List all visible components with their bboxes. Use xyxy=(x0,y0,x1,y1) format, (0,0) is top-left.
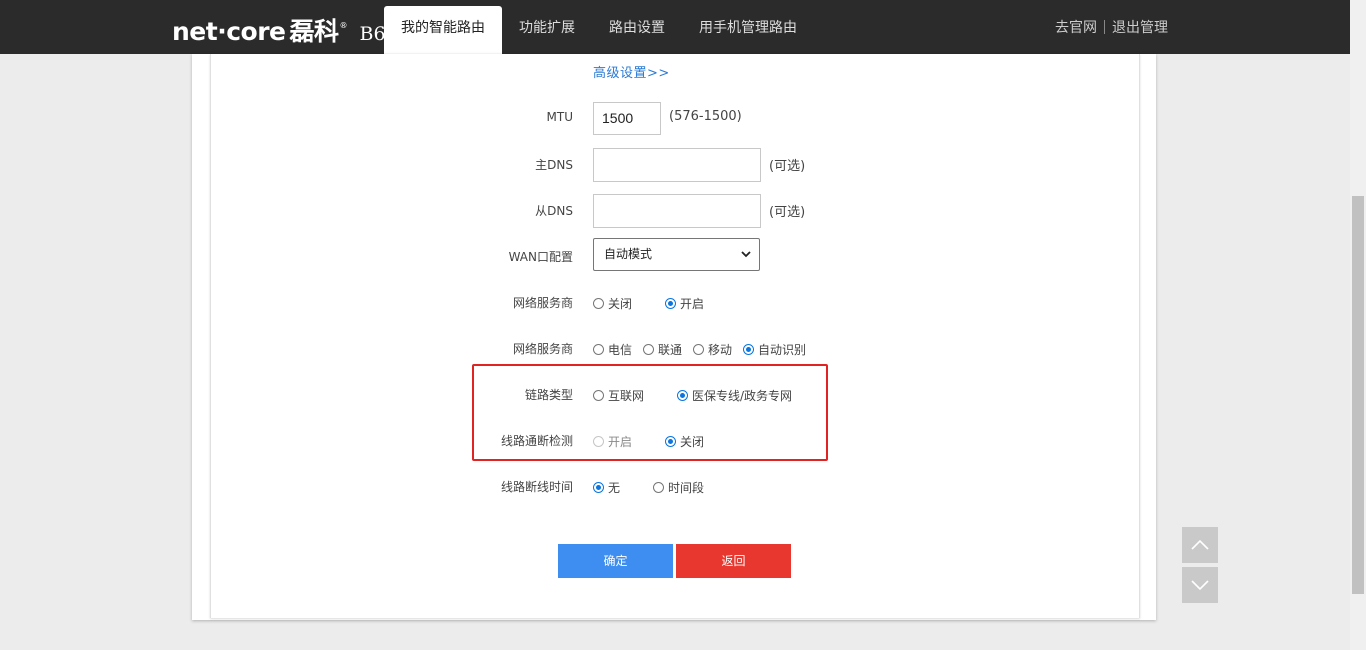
isp-unicom-radio[interactable]: 联通 xyxy=(643,341,682,358)
radio-circle[interactable] xyxy=(593,344,604,355)
wan-config-label: WAN口配置 xyxy=(508,250,573,264)
radio-circle-disabled xyxy=(593,436,604,447)
link-detect-radio-group: 开启 关闭 xyxy=(593,433,704,450)
isp-auto-radio[interactable]: 自动识别 xyxy=(743,341,806,358)
disconnect-time-label: 线路断线时间 xyxy=(500,480,573,494)
radio-circle[interactable] xyxy=(593,390,604,401)
secondary-dns-input[interactable] xyxy=(593,194,761,228)
brand-name-cn: 磊科 xyxy=(289,17,339,46)
chevron-down-icon xyxy=(1191,580,1209,591)
header-divider xyxy=(1104,20,1105,34)
mtu-input[interactable]: 1500 xyxy=(593,102,661,135)
secondary-dns-hint: (可选) xyxy=(769,205,806,220)
link-type-label: 链路类型 xyxy=(524,388,573,402)
main-nav: 我的智能路由 功能扩展 路由设置 用手机管理路由 xyxy=(384,6,814,54)
isp-switch-on-radio[interactable]: 开启 xyxy=(665,295,704,312)
scroll-bottom-button[interactable] xyxy=(1182,567,1218,603)
logout-link[interactable]: 退出管理 xyxy=(1112,20,1168,36)
chevron-up-icon xyxy=(1191,539,1209,550)
disconnect-time-radio-group: 无 时间段 xyxy=(593,479,704,496)
radio-circle-checked[interactable] xyxy=(665,436,677,447)
scroll-top-button[interactable] xyxy=(1182,527,1218,563)
back-button[interactable]: 返回 xyxy=(676,544,791,578)
tab-my-smart-router[interactable]: 我的智能路由 xyxy=(384,6,502,54)
primary-dns-hint: (可选) xyxy=(769,159,806,174)
radio-circle-checked[interactable] xyxy=(677,390,689,401)
header-links: 去官网 退出管理 xyxy=(1055,0,1168,56)
link-detect-off-radio[interactable]: 关闭 xyxy=(665,433,704,450)
disconnect-period-radio[interactable]: 时间段 xyxy=(653,479,704,496)
link-detect-on-radio: 开启 xyxy=(593,433,632,450)
radio-circle-checked[interactable] xyxy=(665,298,677,309)
primary-dns-input[interactable] xyxy=(593,148,761,182)
confirm-button[interactable]: 确定 xyxy=(558,544,673,578)
official-site-link[interactable]: 去官网 xyxy=(1055,20,1097,36)
radio-circle[interactable] xyxy=(593,298,604,309)
page-scrollbar[interactable] xyxy=(1350,0,1366,650)
wan-config-select[interactable]: 自动模式 xyxy=(593,238,760,271)
brand-name: net·core xyxy=(172,17,286,46)
radio-circle[interactable] xyxy=(693,344,705,355)
link-type-private-radio[interactable]: 医保专线/政务专网 xyxy=(677,387,792,404)
registered-mark: ® xyxy=(339,21,348,30)
link-type-internet-radio[interactable]: 互联网 xyxy=(593,387,644,404)
content-panel xyxy=(192,54,1156,620)
tab-feature-extensions[interactable]: 功能扩展 xyxy=(502,6,592,54)
chevron-down-icon xyxy=(741,239,751,282)
link-type-radio-group: 互联网 医保专线/政务专网 xyxy=(593,387,792,404)
model-name: B6 xyxy=(359,23,386,45)
scrollbar-thumb[interactable] xyxy=(1352,196,1364,594)
radio-circle-checked[interactable] xyxy=(743,344,755,355)
isp-telecom-radio[interactable]: 电信 xyxy=(593,341,632,358)
tab-mobile-management[interactable]: 用手机管理路由 xyxy=(682,6,814,54)
primary-dns-label: 主DNS xyxy=(535,158,573,172)
mtu-label: MTU xyxy=(546,110,573,124)
secondary-dns-label: 从DNS xyxy=(535,204,573,218)
content-card xyxy=(210,54,1140,618)
isp-switch-off-radio[interactable]: 关闭 xyxy=(593,295,632,312)
tab-router-settings[interactable]: 路由设置 xyxy=(592,6,682,54)
radio-circle[interactable] xyxy=(653,482,665,493)
netcore-logo[interactable]: net·core 磊科 ® B6 xyxy=(172,12,386,46)
radio-circle[interactable] xyxy=(643,344,655,355)
radio-circle-checked[interactable] xyxy=(593,482,604,493)
mtu-range-hint: (576-1500) xyxy=(669,109,742,124)
isp-switch-radio-group: 关闭 开启 xyxy=(593,295,704,312)
isp-mobile-radio[interactable]: 移动 xyxy=(693,341,732,358)
isp-switch-label: 网络服务商 xyxy=(512,296,573,310)
isp-label: 网络服务商 xyxy=(512,342,573,356)
top-navbar: net·core 磊科 ® B6 我的智能路由 功能扩展 路由设置 用手机管理路… xyxy=(0,0,1366,54)
wan-config-selected: 自动模式 xyxy=(604,247,653,261)
advanced-settings-link[interactable]: 高级设置>> xyxy=(593,62,670,81)
link-detect-label: 线路通断检测 xyxy=(500,434,573,448)
isp-radio-group: 电信 联通 移动 自动识别 xyxy=(593,341,806,358)
disconnect-none-radio[interactable]: 无 xyxy=(593,479,620,496)
